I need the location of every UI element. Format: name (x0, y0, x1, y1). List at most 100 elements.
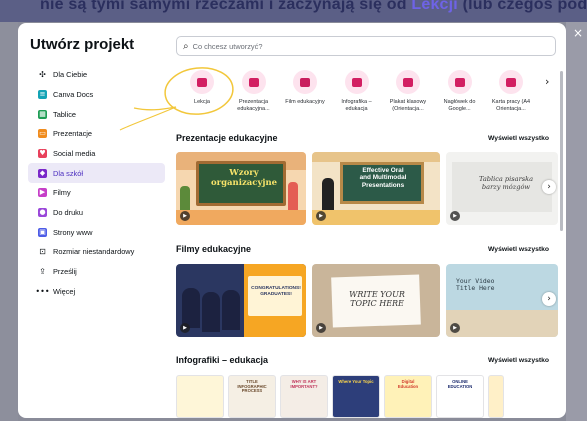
design-type-item[interactable]: Infografika – edukacja (329, 68, 385, 113)
infographic-template[interactable]: ONLINE EDUCATION (436, 375, 484, 418)
sidebar-item-label: Canva Docs (53, 89, 94, 99)
sidebar: ✣ Dla Ciebie ≡ Canva Docs ▦ Tablice ▭ Prezentac… (28, 65, 165, 301)
play-icon: ▶ (316, 211, 326, 221)
design-type-label: Nagłówek do Google... (443, 99, 476, 112)
sidebar-item-label: Dla szkół (53, 168, 83, 178)
presentation-icon: ▭ (38, 129, 47, 139)
sidebar-item-label: Do druku (53, 208, 83, 218)
search-input[interactable]: ⌕ Co chcesz utworzyć? (176, 36, 556, 56)
design-type-icon (293, 70, 317, 94)
scrollbar[interactable] (560, 71, 563, 231)
sidebar-item-więcej[interactable]: ••• Więcej (28, 282, 165, 302)
sidebar-item-dla-ciebie[interactable]: ✣ Dla Ciebie (28, 65, 165, 85)
design-type-row: › Lekcja Prezentacja edukacyjna... Film ed… (166, 68, 566, 120)
section-title-videos: Filmy edukacyjne (176, 244, 252, 254)
infographic-title: Where Your Topic (338, 379, 374, 384)
template-card[interactable]: Wzory organizacyjne ▶ (176, 152, 306, 225)
infographic-template[interactable]: TITLE INFOGRAPHIC PROCESS (228, 375, 276, 418)
upload-icon: ⇪ (39, 267, 46, 277)
section-title-infographics: Infografiki – edukacja (176, 355, 269, 365)
section-title-presentations: Prezentacje edukacyjne (176, 133, 278, 143)
sidebar-item-strony-www[interactable]: ▣ Strony www (28, 223, 165, 243)
sidebar-item-label: Dla Ciebie (53, 70, 88, 80)
infographic-template[interactable]: Digital Education (384, 375, 432, 418)
infographic-title: ONLINE EDUCATION (447, 379, 473, 389)
sidebar-item-filmy[interactable]: ▶ Filmy (28, 183, 165, 203)
card-title: Effective Oral and Multimodal Presentati… (359, 167, 407, 189)
design-type-label: Infografika – edukacja (341, 99, 372, 112)
card-title: CONGRATULATIONS! GRADUATES! (251, 286, 301, 297)
template-card[interactable]: Effective Oral and Multimodal Presentati… (312, 152, 440, 225)
modal-title: Utwórz projekt (30, 36, 135, 53)
background-header-text: nie są tymi samymi rzeczami i zaczynają … (40, 0, 587, 13)
website-icon: ▣ (38, 227, 47, 237)
background-left (0, 22, 18, 421)
infographic-title: TITLE INFOGRAPHIC PROCESS (237, 379, 267, 394)
play-icon: ▶ (316, 323, 326, 333)
row-next-button[interactable]: › (542, 180, 556, 194)
more-icon: ••• (35, 286, 50, 296)
close-icon[interactable]: × (572, 27, 584, 39)
design-type-item[interactable]: Film edukacyjny (277, 68, 333, 106)
design-type-icon (396, 70, 420, 94)
template-card[interactable]: CONGRATULATIONS! GRADUATES! ▶ (176, 264, 306, 337)
play-icon: ▶ (180, 211, 190, 221)
sidebar-item-tablice[interactable]: ▦ Tablice (28, 104, 165, 124)
sidebar-item-prześlij[interactable]: ⇪ Prześlij (28, 262, 165, 282)
sidebar-item-dla-szkół[interactable]: ◆ Dla szkół (28, 163, 165, 183)
template-glyph-icon (506, 77, 516, 87)
infographic-template[interactable]: WHY IS ART IMPORTANT? (280, 375, 328, 418)
sidebar-item-label: Prześlij (53, 267, 77, 277)
chevron-right-icon[interactable]: › (545, 75, 549, 88)
video-icon: ▶ (38, 188, 47, 198)
search-icon: ⌕ (183, 40, 189, 52)
design-type-item[interactable]: Nagłówek do Google... (432, 68, 488, 113)
docs-icon: ≡ (38, 89, 47, 99)
create-design-modal: Utwórz projekt ✣ Dla Ciebie ≡ Canva Docs ▦ Ta… (18, 23, 566, 418)
design-type-label: Plakat klasowy (Orientacja... (389, 99, 427, 112)
sidebar-item-rozmiar-niestandardowy[interactable]: ⊡ Rozmiar niestandardowy (28, 242, 165, 262)
custom-size-icon: ⊡ (39, 247, 46, 257)
design-type-item[interactable]: Lekcja (174, 68, 230, 106)
sparkle-icon: ✣ (39, 70, 46, 80)
row-next-button[interactable]: › (542, 292, 556, 306)
sidebar-item-label: Strony www (53, 227, 93, 237)
infographic-template[interactable] (176, 375, 224, 418)
design-type-item[interactable]: Karta pracy (A4 Orientacja... (483, 68, 539, 113)
infographic-title: WHY IS ART IMPORTANT? (290, 379, 318, 389)
design-type-icon (447, 70, 472, 94)
template-glyph-icon (300, 77, 310, 87)
see-all-videos[interactable]: Wyświetl wszystko (488, 246, 549, 253)
heart-icon: ♥ (38, 149, 47, 158)
sidebar-item-do-druku[interactable]: ● Do druku (28, 203, 165, 223)
sidebar-item-canva-docs[interactable]: ≡ Canva Docs (28, 85, 165, 105)
sidebar-item-social-media[interactable]: ♥ Social media (28, 144, 165, 164)
infographic-template[interactable] (488, 375, 504, 418)
sidebar-item-label: Więcej (53, 286, 76, 296)
infographic-template[interactable]: Where Your Topic (332, 375, 380, 418)
background-page-header: nie są tymi samymi rzeczami i zaczynają … (0, 0, 587, 22)
whiteboard-icon: ▦ (38, 109, 47, 119)
see-all-infographics[interactable]: Wyświetl wszystko (488, 357, 549, 364)
sidebar-item-label: Social media (53, 149, 96, 158)
template-card[interactable]: WRITE YOUR TOPIC HERE ▶ (312, 264, 440, 337)
template-glyph-icon (197, 77, 207, 87)
see-all-presentations[interactable]: Wyświetl wszystko (488, 135, 549, 142)
play-icon: ▶ (450, 323, 460, 333)
design-type-icon (499, 70, 523, 94)
design-type-item[interactable]: Plakat klasowy (Orientacja... (380, 68, 436, 113)
card-title: Wzory organizacyjne (210, 168, 278, 188)
play-icon: ▶ (180, 323, 190, 333)
design-type-label: Film edukacyjny (285, 99, 325, 105)
sidebar-item-label: Prezentacje (53, 129, 93, 139)
design-type-item[interactable]: Prezentacja edukacyjna... (226, 68, 282, 113)
design-type-label: Prezentacja edukacyjna... (237, 99, 270, 112)
print-icon: ● (38, 208, 47, 218)
sidebar-item-prezentacje[interactable]: ▭ Prezentacje (28, 124, 165, 144)
template-glyph-icon (403, 77, 413, 87)
sidebar-item-label: Rozmiar niestandardowy (53, 247, 135, 257)
sidebar-item-label: Filmy (53, 188, 71, 198)
template-glyph-icon (351, 77, 362, 87)
background-right (566, 22, 587, 421)
graduation-cap-icon: ◆ (38, 168, 47, 178)
